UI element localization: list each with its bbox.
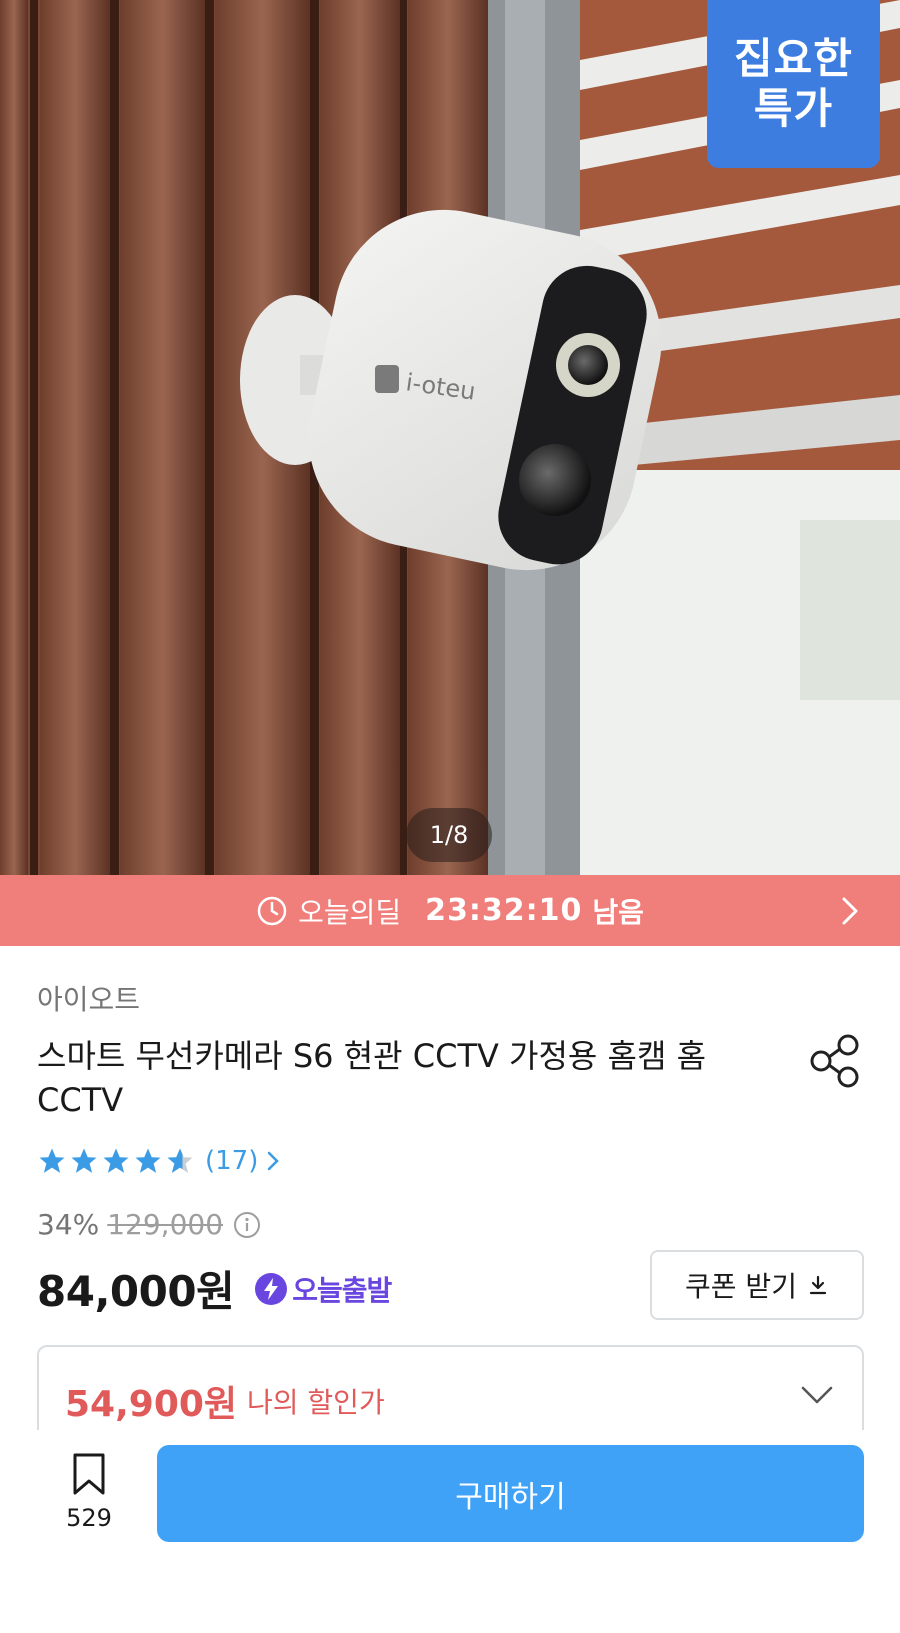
chevron-down-icon — [801, 1386, 833, 1404]
lightning-icon — [255, 1272, 288, 1305]
star-rating — [37, 1146, 195, 1176]
my-discount-price: 54,900원 — [65, 1384, 238, 1425]
share-icon[interactable] — [808, 1033, 864, 1089]
chevron-right-icon[interactable] — [840, 895, 860, 927]
bookmark-button[interactable]: 529 — [56, 1452, 122, 1532]
product-image-carousel[interactable]: i-oteu 집요한 특가 1/8 — [0, 0, 900, 875]
discount-rate: 34% — [37, 1208, 100, 1241]
star-icon — [135, 1148, 161, 1173]
buy-button[interactable]: 구매하기 — [157, 1445, 864, 1542]
rating-row[interactable]: (17) — [37, 1146, 280, 1176]
brand-name[interactable]: 아이오트 — [37, 978, 140, 1018]
coupon-button-label: 쿠폰 받기 — [685, 1270, 797, 1303]
review-count[interactable]: (17) — [205, 1146, 258, 1176]
shipping-badge-text: 오늘출발 — [292, 1273, 392, 1307]
original-price: 129,000 — [107, 1208, 224, 1241]
timer-label: 오늘의딜 — [298, 895, 402, 929]
my-discount-price-label: 나의 할인가 — [247, 1386, 385, 1419]
deal-badge-line1: 집요한 — [734, 34, 853, 83]
today-deal-timer-bar[interactable]: 오늘의딜 23:32:10 남음 — [0, 875, 900, 946]
timer-suffix: 남음 — [592, 895, 644, 929]
deal-badge-line2: 특가 — [753, 84, 834, 133]
chevron-right-icon — [268, 1151, 280, 1171]
timer-countdown: 23:32:10 — [425, 893, 583, 928]
product-title: 스마트 무선카메라 S6 현관 CCTV 가정용 홈캠 홈CCTV — [37, 1037, 707, 1119]
get-coupon-button[interactable]: 쿠폰 받기 — [650, 1250, 864, 1320]
bottom-action-bar: 529 구매하기 — [0, 1430, 900, 1633]
sale-price: 84,000원 — [37, 1267, 235, 1316]
today-shipping-badge: 오늘출발 — [254, 1269, 392, 1309]
star-icon — [71, 1148, 97, 1173]
star-icon — [103, 1148, 129, 1173]
bookmark-icon — [73, 1453, 105, 1495]
info-icon[interactable] — [233, 1211, 261, 1239]
bookmark-count: 529 — [66, 1504, 112, 1532]
image-page-indicator: 1/8 — [406, 808, 492, 862]
clock-icon — [257, 896, 287, 925]
discount-row: 34% 129,000 — [37, 1208, 261, 1241]
price-row: 84,000원 오늘출발 — [37, 1258, 392, 1319]
download-icon — [809, 1275, 827, 1295]
half-star-icon — [167, 1148, 193, 1173]
special-deal-badge: 집요한 특가 — [707, 0, 880, 168]
star-icon — [39, 1148, 65, 1173]
